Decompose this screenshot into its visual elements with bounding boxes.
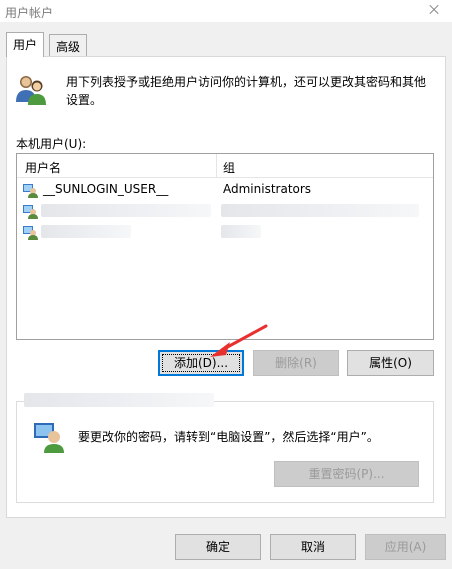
user-icon [23, 205, 38, 219]
column-header-username[interactable]: 用户名 [25, 159, 61, 176]
ok-button[interactable]: 确定 [175, 534, 261, 560]
title-bar: 用户帐户 [0, 0, 452, 22]
user-key-icon [34, 423, 64, 453]
listview-header: 用户名 组 [17, 154, 433, 178]
local-users-label: 本机用户(U): [16, 137, 87, 151]
column-divider[interactable] [216, 154, 217, 178]
row-username: __SUNLOGIN_USER__ [43, 182, 169, 196]
users-listview[interactable]: 用户名 组 __SUNLOGIN_USER__ Administrators [16, 153, 434, 340]
column-header-group[interactable]: 组 [223, 159, 235, 176]
close-icon[interactable] [424, 1, 444, 19]
obscured-group [221, 204, 419, 217]
obscured-username [41, 225, 131, 238]
password-group [16, 401, 434, 503]
obscured-username [41, 204, 211, 217]
password-instructions: 要更改你的密码，请转到“电脑设置”，然后选择“用户”。 [78, 430, 379, 444]
window-title: 用户帐户 [5, 6, 54, 20]
table-row[interactable]: __SUNLOGIN_USER__ Administrators [17, 180, 433, 199]
users-icon [16, 76, 46, 105]
row-group: Administrators [223, 182, 312, 196]
cancel-button[interactable]: 取消 [270, 534, 356, 560]
user-icon [23, 226, 38, 240]
intro-text: 用下列表授予或拒绝用户访问你的计算机，还可以更改其密码和其他设置。 [66, 75, 427, 107]
reset-password-button[interactable]: 重置密码(P)... [274, 461, 419, 487]
apply-button[interactable]: 应用(A) [365, 534, 446, 560]
obscured-group [221, 225, 261, 238]
user-icon [23, 184, 38, 198]
table-row[interactable] [17, 201, 433, 220]
tab-users[interactable]: 用户 [6, 32, 45, 57]
table-row[interactable] [17, 222, 433, 241]
properties-button[interactable]: 属性(O) [347, 350, 434, 376]
annotation-arrow [210, 324, 268, 357]
tab-advanced[interactable]: 高级 [49, 34, 88, 56]
obscured-group-title [24, 393, 214, 407]
